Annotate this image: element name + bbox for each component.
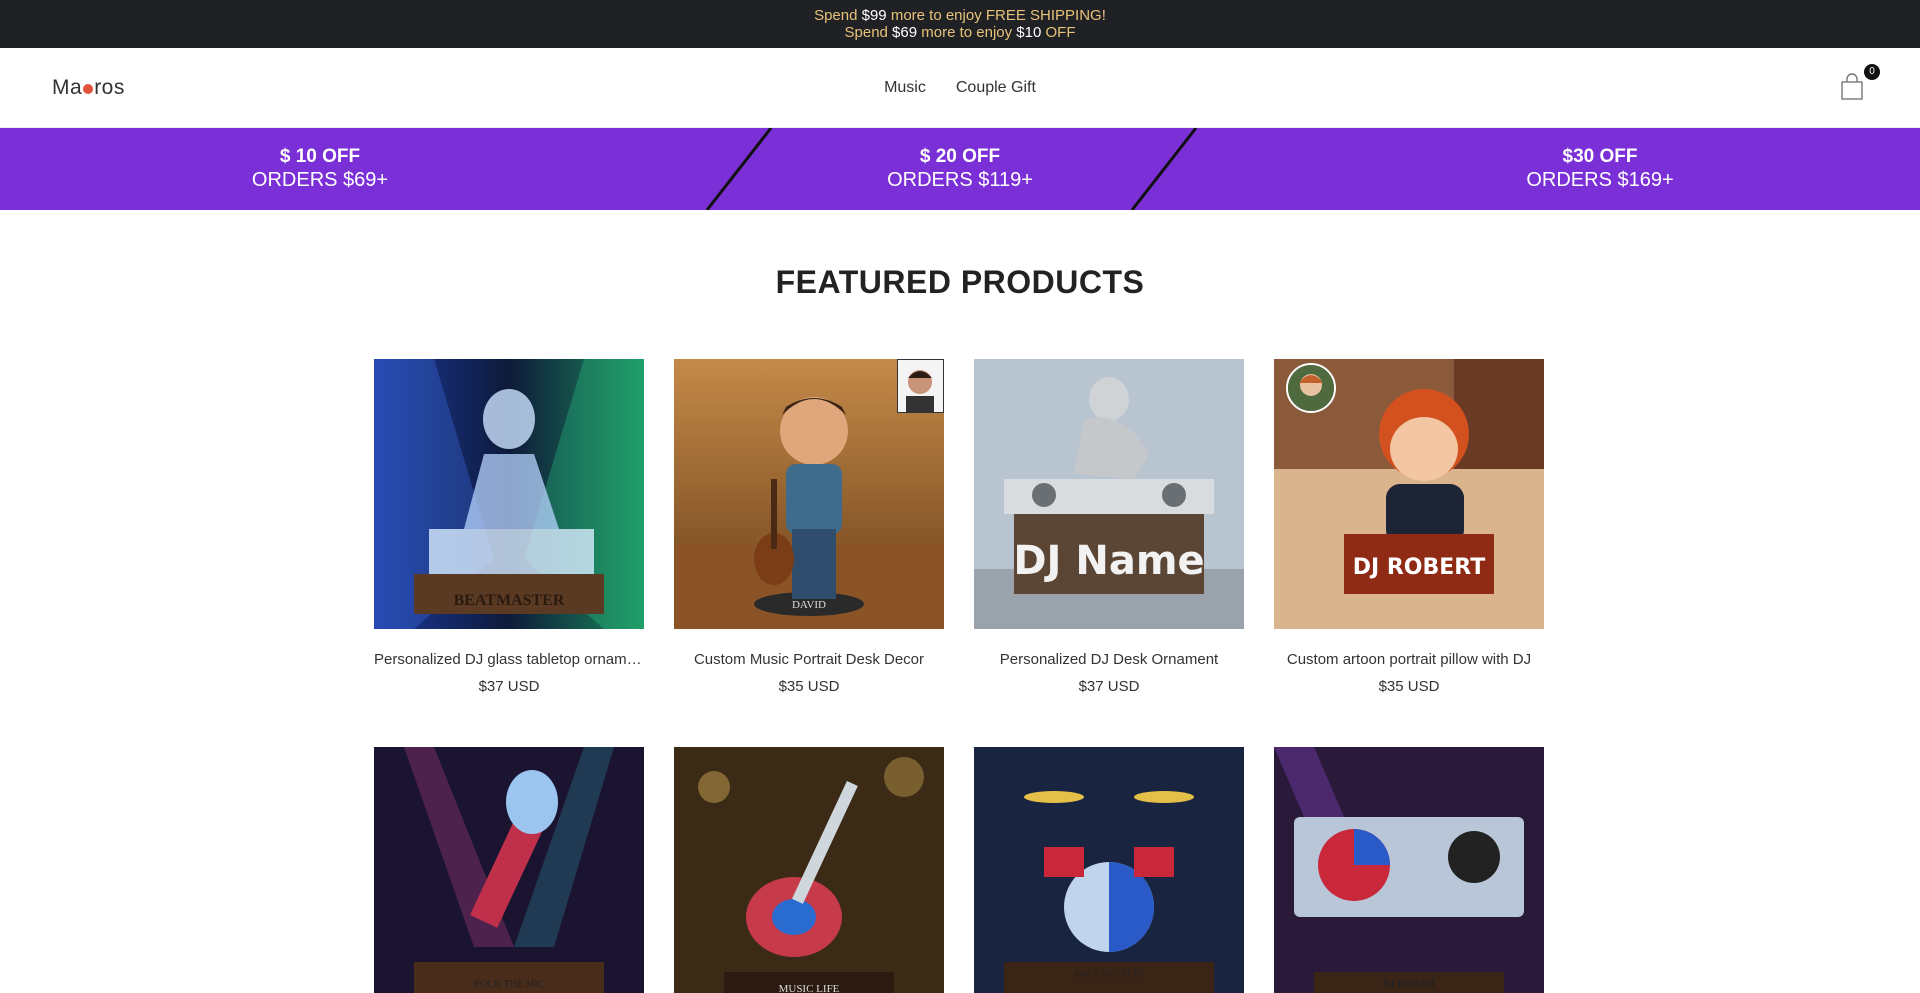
customer-photo-thumbnail <box>897 359 944 413</box>
product-image[interactable]: DJ Name <box>974 359 1244 629</box>
announcement-amount: $10 <box>1016 24 1042 41</box>
product-price: $35 USD <box>778 678 840 695</box>
product-grid: BEATMASTER Personalized DJ glass tableto… <box>374 359 1546 993</box>
promo-discount: $ 10 OFF <box>279 146 361 167</box>
product-plaque-text: DJ ROBERT <box>1353 555 1486 580</box>
announcement-line-shipping: Spend $99 more to enjoy FREE SHIPPING! <box>814 7 1106 24</box>
logo-text: ros <box>94 75 125 99</box>
product-image[interactable]: ROCK THE BEAT <box>974 747 1244 993</box>
product-price: $37 USD <box>1078 678 1140 695</box>
product-card[interactable]: ROCK THE MIC <box>374 747 644 993</box>
product-image[interactable]: MUSIC LIFE <box>674 747 944 993</box>
cart-count-badge: 0 <box>1863 63 1880 80</box>
product-plaque-text: MUSIC LIFE <box>779 983 840 993</box>
product-image[interactable]: DAVID <box>674 359 944 629</box>
product-card[interactable]: DAVID Custom Music Portrait Desk Decor $… <box>674 359 944 695</box>
promo-discount: $30 OFF <box>1562 146 1638 167</box>
product-card[interactable]: DJ Name Personalized DJ Desk Ornament $3… <box>974 359 1244 695</box>
section-title: FEATURED PRODUCTS <box>775 264 1145 300</box>
announcement-text: Spend <box>814 7 862 24</box>
promo-tier-1: $ 10 OFF ORDERS $69+ <box>0 128 640 210</box>
announcement-amount: $69 <box>892 24 918 41</box>
announcement-text: more to enjoy FREE SHIPPING! <box>886 7 1106 24</box>
announcement-line-discount: Spend $69 more to enjoy $10 OFF <box>845 24 1076 41</box>
product-price: $37 USD <box>478 678 540 695</box>
product-plaque-text: DJ Name <box>1013 538 1204 584</box>
product-image[interactable]: BEATMASTER <box>374 359 644 629</box>
promo-threshold: ORDERS $69+ <box>251 169 389 191</box>
product-image[interactable]: DJ POWER <box>1274 747 1544 993</box>
announcement-text: OFF <box>1041 24 1076 41</box>
product-card[interactable]: BEATMASTER Personalized DJ glass tableto… <box>374 359 644 695</box>
announcement-text: Spend <box>844 24 893 41</box>
product-plaque-text: ROCK THE BEAT <box>1074 969 1144 979</box>
product-title[interactable]: Custom Music Portrait Desk Decor <box>674 651 944 668</box>
product-plaque-text: DJ POWER <box>1383 979 1436 990</box>
product-card[interactable]: MUSIC LIFE <box>674 747 944 993</box>
announcement-amount: $99 <box>861 7 887 24</box>
site-header: Ma ros Music Couple Gift 0 <box>0 48 1920 128</box>
customer-photo-thumbnail <box>1286 363 1336 413</box>
promo-threshold: ORDERS $169+ <box>1526 169 1674 191</box>
promo-banner: $ 10 OFF ORDERS $69+ $ 20 OFF ORDERS $11… <box>0 128 1920 210</box>
product-title[interactable]: Personalized DJ Desk Ornament <box>974 651 1244 668</box>
nav-link-couple-gift[interactable]: Couple Gift <box>956 79 1036 97</box>
product-card[interactable]: DJ POWER <box>1274 747 1544 993</box>
main-nav: Music Couple Gift <box>884 79 1036 97</box>
product-title[interactable]: Custom artoon portrait pillow with DJ <box>1274 651 1544 668</box>
promo-tier-2: $ 20 OFF ORDERS $119+ <box>640 128 1280 210</box>
shopping-bag-icon <box>1841 72 1863 100</box>
product-plaque-text: BEATMASTER <box>454 592 565 609</box>
product-image[interactable]: ROCK THE MIC <box>374 747 644 993</box>
site-logo[interactable]: Ma ros <box>52 76 252 100</box>
announcement-text: more to enjoy <box>917 24 1017 41</box>
logo-text: Ma <box>52 75 83 99</box>
product-image[interactable]: DJ ROBERT <box>1274 359 1544 629</box>
product-plaque-text: ROCK THE MIC <box>474 979 545 990</box>
product-price: $35 USD <box>1378 678 1440 695</box>
product-title[interactable]: Personalized DJ glass tabletop ornament <box>374 651 644 668</box>
logo-mark-icon <box>83 83 94 94</box>
announcement-bar: Spend $99 more to enjoy FREE SHIPPING! S… <box>0 0 1920 48</box>
promo-tier-3: $30 OFF ORDERS $169+ <box>1280 128 1920 210</box>
nav-link-music[interactable]: Music <box>884 79 926 97</box>
product-card[interactable]: DJ ROBERT Custom artoon portrait pillow … <box>1274 359 1544 695</box>
cart-button[interactable]: 0 <box>1840 63 1880 103</box>
cart-area: 0 <box>1668 63 1880 103</box>
promo-threshold: ORDERS $119+ <box>887 169 1033 191</box>
product-card[interactable]: ROCK THE BEAT <box>974 747 1244 993</box>
promo-discount: $ 20 OFF <box>919 146 1001 167</box>
product-plaque-text: DAVID <box>792 599 826 611</box>
